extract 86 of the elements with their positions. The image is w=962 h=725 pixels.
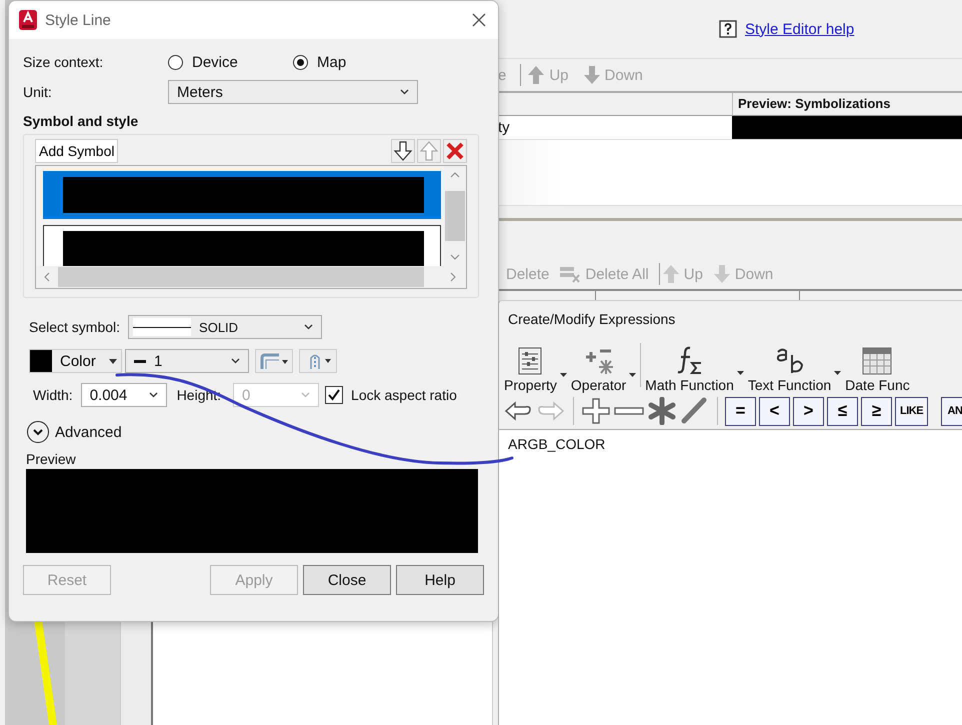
checkmark-icon [327, 388, 342, 402]
operator-icon [584, 347, 614, 375]
radio-label: Device [192, 54, 238, 70]
table-cell-text: ty [497, 118, 511, 138]
help-icon[interactable] [719, 20, 737, 38]
down-arrow-icon [393, 140, 413, 162]
toolbar-button[interactable]: Property [504, 347, 567, 393]
plus-icon[interactable] [581, 397, 611, 425]
radio-label: Map [317, 54, 346, 70]
scroll-up-icon[interactable] [450, 172, 460, 178]
window-title: Create/Modify Expressions [507, 310, 676, 329]
up-arrow-icon [662, 264, 680, 284]
color-swatch [30, 350, 52, 372]
radio-button[interactable] [293, 54, 308, 70]
unit-dropdown[interactable]: Meters [168, 80, 418, 104]
toolbar-button[interactable]: Text Function [748, 345, 842, 393]
chevron-down-icon [400, 89, 409, 95]
field-label: Width: [33, 387, 73, 403]
line-weight-icon [134, 360, 146, 362]
caret-icon [560, 373, 567, 377]
asterisk-icon[interactable] [647, 397, 677, 425]
caret-icon [834, 371, 842, 375]
width-field[interactable]: 0.004 [80, 383, 167, 407]
chevron-down-icon [148, 392, 158, 398]
comparison-key[interactable]: LIKE [895, 396, 928, 426]
caret-icon [629, 373, 636, 377]
property-icon [517, 347, 544, 375]
close-icon[interactable] [472, 13, 486, 27]
dialog-button[interactable]: Help [396, 565, 484, 595]
line-weight-dropdown[interactable]: 1 [125, 349, 249, 373]
checkbox[interactable] [325, 386, 344, 404]
section-title: Symbol and style [23, 113, 140, 129]
toolbar-button[interactable]: Operator [570, 347, 636, 393]
help-link[interactable]: Style Editor help [745, 20, 854, 38]
calendar-icon [862, 347, 892, 375]
vertical-scrollbar[interactable] [444, 166, 466, 266]
radio-button[interactable] [168, 54, 183, 70]
line-join-button[interactable] [255, 349, 293, 373]
caret-icon [109, 358, 117, 364]
symbol-dropdown[interactable]: SOLID [128, 315, 322, 339]
field-label: Select symbol: [29, 319, 120, 335]
scroll-thumb[interactable] [445, 191, 465, 241]
field-label: Unit: [23, 84, 53, 100]
expand-toggle[interactable] [27, 421, 49, 443]
field-label: Size context: [23, 54, 104, 70]
horizontal-scrollbar[interactable] [36, 266, 466, 288]
close-icon [445, 141, 465, 161]
move-down-button[interactable] [391, 139, 415, 163]
line-sample-icon [133, 318, 192, 336]
preview-label: Preview [25, 451, 77, 467]
corner-join-icon [259, 352, 289, 370]
chevron-down-icon [304, 324, 314, 330]
chevron-down-icon [301, 392, 310, 398]
caret-icon [736, 371, 744, 375]
function-icon [676, 345, 704, 375]
dialog-button[interactable]: Close [303, 565, 391, 595]
down-arrow-icon [582, 65, 601, 85]
chevron-icon [32, 428, 44, 436]
up-arrow-icon [527, 65, 546, 85]
scroll-down-icon[interactable] [450, 254, 460, 260]
dialog-title: Style Line [45, 12, 112, 28]
symbol-list-item[interactable] [43, 225, 441, 266]
comparison-key[interactable]: > [793, 396, 824, 426]
add-symbol-button[interactable]: Add Symbol [35, 139, 118, 163]
up-arrow-icon [419, 140, 439, 162]
comparison-key[interactable]: ≥ [861, 396, 892, 426]
line-cap-button[interactable] [299, 349, 337, 373]
scroll-right-icon[interactable] [450, 272, 456, 282]
comparison-key[interactable]: AN [941, 396, 962, 426]
toolbar-button[interactable]: Date Func [845, 347, 920, 393]
scroll-thumb[interactable] [58, 267, 424, 287]
delete-all-icon [559, 265, 582, 283]
section-label: Advanced [55, 424, 122, 440]
comparison-key[interactable]: = [725, 396, 756, 426]
scroll-left-icon[interactable] [44, 272, 50, 282]
color-button[interactable]: Color [29, 349, 122, 373]
down-arrow-icon [712, 264, 731, 284]
checkbox-label: Lock aspect ratio [351, 387, 457, 403]
delete-button[interactable] [443, 139, 467, 163]
comparison-key[interactable]: < [759, 396, 790, 426]
chevron-down-icon [231, 358, 240, 364]
toolbar-button[interactable]: Math Function [645, 345, 744, 393]
comparison-key[interactable]: ≤ [827, 396, 858, 426]
column-header: Preview: Symbolizations [737, 95, 890, 113]
app-icon [19, 10, 37, 30]
expression-field[interactable]: ARGB_COLOR [499, 430, 962, 725]
